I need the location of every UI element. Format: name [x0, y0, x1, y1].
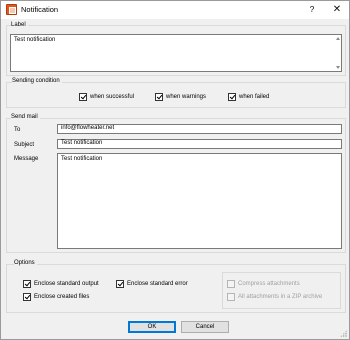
title-bar[interactable]: Notification ? ✕	[1, 1, 349, 19]
cancel-button[interactable]: Cancel	[181, 321, 229, 333]
subject-value: Test notification	[61, 140, 103, 146]
to-label: To	[14, 127, 21, 133]
when-warnings-checkbox[interactable]: when warnings	[155, 93, 206, 101]
when-failed-checkbox[interactable]: when failed	[228, 93, 269, 101]
checkbox-box[interactable]	[227, 293, 235, 301]
checkbox-label: Enclose standard error	[127, 281, 188, 287]
to-value: info@flowheater.net	[61, 125, 115, 131]
subject-label: Subject	[14, 142, 35, 148]
app-icon	[6, 4, 17, 15]
checkbox-label: All attachments in a ZIP archive	[238, 294, 323, 300]
checkbox-box[interactable]	[79, 93, 87, 101]
when-successful-checkbox[interactable]: when successful	[79, 93, 134, 101]
checkbox-box[interactable]	[116, 280, 124, 288]
scroll-down-arrow-icon[interactable]	[336, 66, 340, 69]
ok-button[interactable]: OK	[128, 321, 176, 333]
notification-dialog: Notification ? ✕ Label Test notification…	[0, 0, 350, 340]
checkbox-label: Enclose standard output	[34, 281, 99, 287]
checkbox-box[interactable]	[23, 280, 31, 288]
enclose-created-files-checkbox[interactable]: Enclose created files	[23, 293, 89, 301]
checkbox-box[interactable]	[155, 93, 163, 101]
scroll-up-arrow-icon[interactable]	[336, 37, 340, 40]
attachments-subgroup	[222, 272, 341, 309]
label-scrollbar[interactable]	[335, 35, 341, 71]
label-group-title: Label	[11, 21, 28, 29]
message-textarea[interactable]: Test notification	[57, 153, 342, 249]
checkbox-label: Compress attachments	[238, 281, 300, 287]
checkbox-label: when failed	[239, 94, 270, 100]
options-title: Options	[14, 259, 37, 267]
enclose-standard-output-checkbox[interactable]: Enclose standard output	[23, 280, 99, 288]
checkbox-box[interactable]	[228, 93, 236, 101]
resize-grip-icon[interactable]	[340, 330, 347, 337]
checkbox-box[interactable]	[23, 293, 31, 301]
checkbox-label: Enclose created files	[34, 294, 90, 300]
subject-input[interactable]: Test notification	[57, 139, 342, 149]
enclose-standard-error-checkbox[interactable]: Enclose standard error	[116, 280, 188, 288]
checkbox-label: when warnings	[166, 94, 207, 100]
label-text: Test notification	[14, 37, 56, 43]
checkbox-label: when successful	[90, 94, 135, 100]
window-title: Notification	[21, 5, 59, 14]
to-input[interactable]: info@flowheater.net	[57, 124, 342, 134]
label-textarea[interactable]: Test notification	[10, 34, 342, 72]
message-value: Test notification	[61, 156, 103, 162]
help-button[interactable]: ?	[301, 2, 323, 17]
zip-archive-checkbox[interactable]: All attachments in a ZIP archive	[227, 293, 322, 301]
compress-attachments-checkbox[interactable]: Compress attachments	[227, 280, 300, 288]
send-mail-title: Send mail	[11, 113, 40, 121]
message-label: Message	[14, 156, 39, 162]
checkbox-box[interactable]	[227, 280, 235, 288]
sending-condition-title: Sending condition	[12, 77, 62, 85]
close-button[interactable]: ✕	[326, 2, 348, 17]
